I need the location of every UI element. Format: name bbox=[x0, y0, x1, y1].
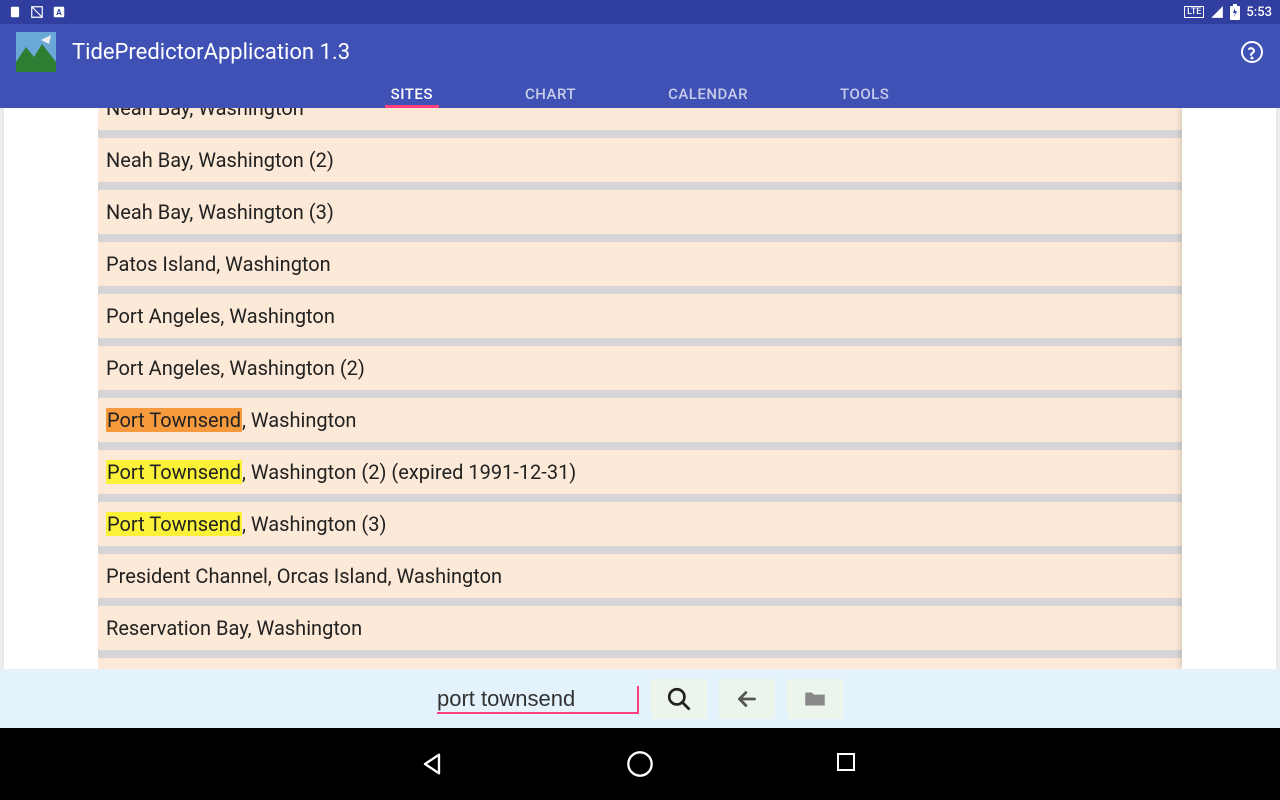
list-item[interactable]: Port Townsend, Washington (3) bbox=[98, 502, 1182, 546]
status-bar: A LTE 5:53 bbox=[0, 0, 1280, 24]
input-underline bbox=[437, 712, 639, 714]
back-button[interactable] bbox=[719, 679, 775, 719]
search-input-wrap[interactable] bbox=[437, 686, 639, 712]
nav-recent-button[interactable] bbox=[834, 750, 862, 778]
app-title: TidePredictorApplication 1.3 bbox=[72, 40, 1240, 65]
help-icon[interactable] bbox=[1240, 40, 1264, 64]
battery-charging-icon bbox=[1230, 4, 1240, 20]
list-item[interactable]: Reservation Bay, Washington bbox=[98, 606, 1182, 650]
list-item[interactable]: Port Townsend, Washington bbox=[98, 398, 1182, 442]
android-nav-bar bbox=[0, 728, 1280, 800]
list-item[interactable]: Reservation Bay, Washington (2) bbox=[98, 658, 1182, 669]
list-item[interactable]: Port Angeles, Washington (2) bbox=[98, 346, 1182, 390]
content-area: Neah Bay, Washington Neah Bay, Washington… bbox=[0, 108, 1280, 669]
app-icon bbox=[16, 32, 56, 72]
tab-tools[interactable]: TOOLS bbox=[834, 80, 895, 108]
lte-indicator: LTE bbox=[1184, 6, 1204, 18]
app-bar: TidePredictorApplication 1.3 bbox=[0, 24, 1280, 80]
nav-home-button[interactable] bbox=[626, 750, 654, 778]
notification-icon bbox=[8, 5, 22, 19]
notification-icon bbox=[30, 5, 44, 19]
list-item[interactable]: Patos Island, Washington bbox=[98, 242, 1182, 286]
list-item[interactable]: Neah Bay, Washington (3) bbox=[98, 190, 1182, 234]
search-input[interactable] bbox=[437, 686, 637, 712]
nav-back-button[interactable] bbox=[418, 750, 446, 778]
tab-sites[interactable]: SITES bbox=[385, 80, 439, 108]
list-item[interactable]: Port Angeles, Washington bbox=[98, 294, 1182, 338]
sites-list[interactable]: Neah Bay, Washington Neah Bay, Washington… bbox=[98, 108, 1182, 669]
tab-bar: SITES CHART CALENDAR TOOLS bbox=[0, 80, 1280, 108]
svg-text:A: A bbox=[56, 7, 62, 17]
list-item[interactable]: President Channel, Orcas Island, Washing… bbox=[98, 554, 1182, 598]
side-panel-left bbox=[4, 108, 98, 669]
side-panel-right bbox=[1182, 108, 1276, 669]
list-item[interactable]: Neah Bay, Washington (2) bbox=[98, 138, 1182, 182]
list-item[interactable]: Neah Bay, Washington bbox=[98, 108, 1182, 130]
tab-calendar[interactable]: CALENDAR bbox=[662, 80, 754, 108]
status-time: 5:53 bbox=[1246, 5, 1272, 20]
search-button[interactable] bbox=[651, 679, 707, 719]
search-bar bbox=[0, 669, 1280, 728]
list-item[interactable]: Port Townsend, Washington (2) (expired 1… bbox=[98, 450, 1182, 494]
folder-button[interactable] bbox=[787, 679, 843, 719]
notification-icon: A bbox=[52, 5, 66, 19]
text-cursor bbox=[637, 686, 639, 712]
tab-chart[interactable]: CHART bbox=[519, 80, 582, 108]
signal-icon bbox=[1210, 5, 1224, 19]
